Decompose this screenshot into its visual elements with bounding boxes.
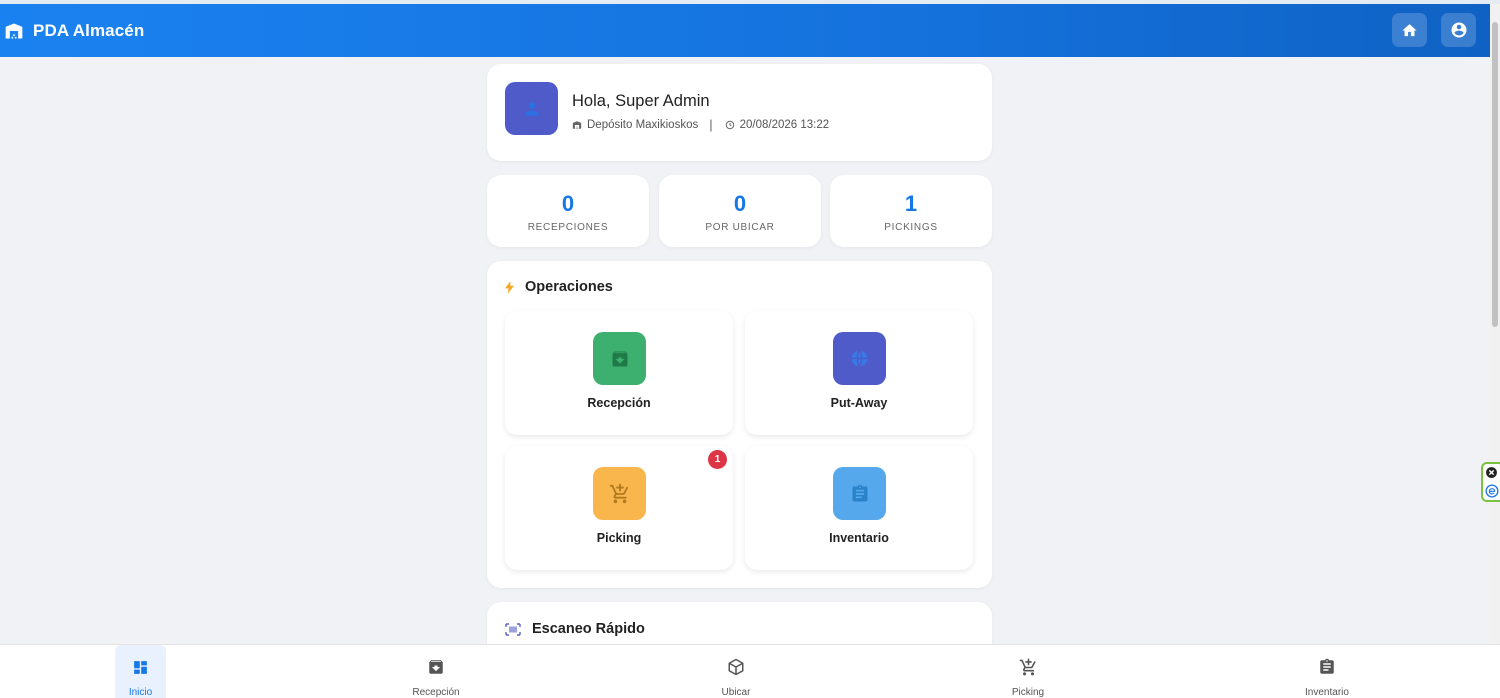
tile-label: Inventario — [829, 531, 889, 545]
extension-logo-icon[interactable] — [1485, 484, 1499, 498]
bottom-nav: Inicio Recepción Ubicar Picking Inventar… — [0, 644, 1500, 698]
stat-label: PICKINGS — [884, 222, 938, 233]
account-circle-icon — [1450, 21, 1468, 39]
datetime: 20/08/2026 13:22 — [739, 118, 830, 131]
nav-item-ubicar[interactable]: Ubicar — [706, 645, 766, 698]
nav-item-picking[interactable]: Picking — [997, 645, 1059, 698]
warehouse-icon — [4, 21, 24, 41]
tile-inventario[interactable]: Inventario — [745, 446, 973, 570]
box-icon — [727, 657, 745, 677]
picking-badge: 1 — [708, 450, 727, 469]
meta-separator: | — [709, 117, 713, 132]
close-circle-icon[interactable] — [1485, 466, 1498, 479]
nav-label: Inicio — [128, 687, 153, 698]
tile-recepcion[interactable]: Recepción — [505, 311, 733, 435]
quick-scan-title: Escaneo Rápido — [505, 621, 645, 637]
globe-icon — [833, 332, 886, 385]
stat-pickings[interactable]: 1 PICKINGS — [830, 175, 992, 247]
lightning-icon — [505, 280, 525, 294]
tile-picking[interactable]: Picking 1 — [505, 446, 733, 570]
stat-por-ubicar[interactable]: 0 POR UBICAR — [659, 175, 821, 247]
barcode-icon — [505, 622, 532, 636]
nav-label: Recepción — [412, 687, 460, 698]
greeting: Hola, Super Admin — [572, 92, 710, 110]
stat-value: 0 — [733, 191, 747, 216]
nav-item-inicio[interactable]: Inicio — [115, 645, 166, 698]
tile-put-away[interactable]: Put-Away — [745, 311, 973, 435]
stat-label: POR UBICAR — [705, 222, 775, 233]
avatar — [505, 82, 558, 135]
stat-recepciones[interactable]: 0 RECEPCIONES — [487, 175, 649, 247]
operations-card: Operaciones Recepción Put-Away Picking 1… — [487, 261, 992, 588]
stat-value: 0 — [561, 191, 575, 216]
user-icon — [522, 99, 542, 119]
nav-label: Ubicar — [721, 687, 751, 698]
cart-icon — [1019, 657, 1038, 677]
nav-label: Picking — [1011, 687, 1045, 698]
clipboard-icon — [1318, 657, 1336, 677]
nav-label: Inventario — [1305, 687, 1349, 698]
warehouse-name: Depósito Maxikioskos — [587, 118, 699, 131]
clock-icon — [725, 120, 740, 130]
tile-label: Put-Away — [830, 396, 888, 410]
scrollbar-thumb[interactable] — [1492, 22, 1498, 327]
nav-item-inventario[interactable]: Inventario — [1292, 645, 1362, 698]
account-button[interactable] — [1441, 13, 1476, 47]
home-button[interactable] — [1392, 13, 1427, 47]
cart-icon — [593, 467, 646, 520]
vertical-scrollbar[interactable] — [1490, 4, 1500, 644]
clipboard-icon — [833, 467, 886, 520]
warehouse-small-icon — [572, 120, 587, 130]
welcome-card: Hola, Super Admin Depósito Maxikioskos |… — [487, 64, 992, 161]
brand[interactable]: PDA Almacén — [4, 21, 144, 41]
welcome-meta: Depósito Maxikioskos | 20/08/2026 13:22 — [572, 117, 829, 132]
app-title: PDA Almacén — [33, 20, 145, 40]
dashboard-icon — [132, 657, 149, 677]
extension-widget[interactable] — [1481, 462, 1500, 502]
nav-item-recepcion[interactable]: Recepción — [396, 645, 476, 698]
app-header: PDA Almacén — [0, 4, 1490, 57]
archive-icon — [427, 657, 445, 677]
stat-label: RECEPCIONES — [527, 222, 609, 233]
tile-label: Recepción — [587, 396, 651, 410]
home-icon — [1401, 22, 1418, 39]
operations-title: Operaciones — [505, 279, 613, 295]
archive-icon — [593, 332, 646, 385]
tile-label: Picking — [596, 531, 642, 545]
stat-value: 1 — [904, 191, 918, 216]
